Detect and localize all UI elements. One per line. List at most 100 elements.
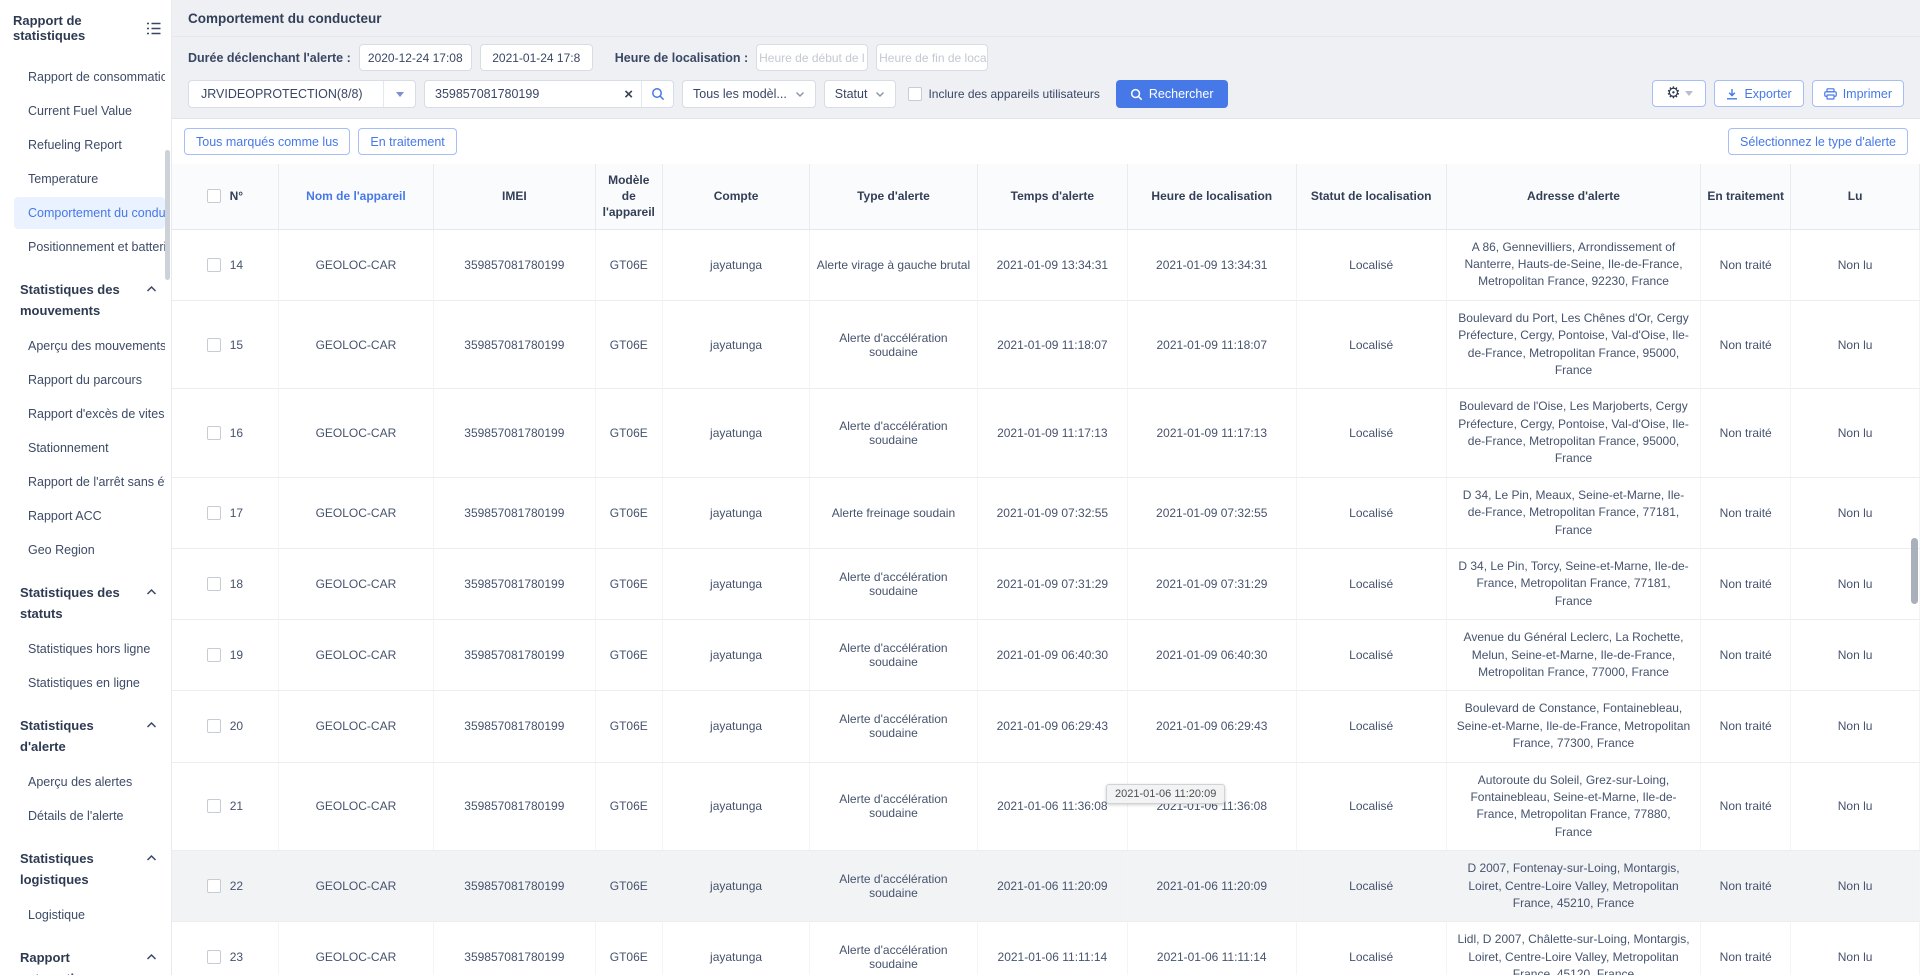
- cell-num: 21: [172, 762, 278, 851]
- column-header: Statut de localisation: [1296, 164, 1446, 229]
- table-row[interactable]: 17GEOLOC-CAR359857081780199GT06Ejayatung…: [172, 477, 1920, 548]
- device-group-value: JRVIDEOPROTECTION(8/8): [189, 87, 363, 101]
- column-settings-button[interactable]: ⚙: [1652, 80, 1706, 107]
- sidebar-item[interactable]: Rapport ACC: [0, 500, 165, 532]
- sidebar-item[interactable]: Statistiques hors ligne: [0, 633, 165, 665]
- cell-imei: 359857081780199: [434, 922, 595, 975]
- sidebar-item[interactable]: Aperçu des alertes: [0, 766, 165, 798]
- export-button[interactable]: Exporter: [1714, 80, 1803, 107]
- cell-num: 23: [172, 922, 278, 975]
- row-checkbox[interactable]: [207, 799, 221, 813]
- table-row[interactable]: 22GEOLOC-CAR359857081780199GT06Ejayatung…: [172, 851, 1920, 922]
- row-checkbox[interactable]: [207, 950, 221, 964]
- select-all-checkbox[interactable]: [207, 189, 221, 203]
- chevron-down-icon: [1685, 91, 1693, 96]
- sidebar-item[interactable]: Refueling Report: [0, 129, 165, 161]
- cell-alert_type: Alerte d'accélération soudaine: [810, 922, 978, 975]
- cell-loc_status: Localisé: [1296, 620, 1446, 691]
- sidebar-item[interactable]: Stationnement: [0, 432, 165, 464]
- imei-input[interactable]: [425, 87, 616, 101]
- sidebar-item[interactable]: Rapport du parcours: [0, 364, 165, 396]
- cell-account: jayatunga: [662, 691, 809, 762]
- cell-alert_type: Alerte d'accélération soudaine: [810, 691, 978, 762]
- row-number: 18: [230, 577, 243, 591]
- table-row[interactable]: 15GEOLOC-CAR359857081780199GT06Ejayatung…: [172, 300, 1920, 389]
- table-row[interactable]: 20GEOLOC-CAR359857081780199GT06Ejayatung…: [172, 691, 1920, 762]
- sidebar-item[interactable]: Logistique: [0, 899, 165, 931]
- row-checkbox[interactable]: [207, 719, 221, 733]
- sidebar-item[interactable]: Geo Region: [0, 534, 165, 566]
- table-row[interactable]: 16GEOLOC-CAR359857081780199GT06Ejayatung…: [172, 389, 1920, 478]
- cell-loc_time: 2021-01-09 06:29:43: [1127, 691, 1296, 762]
- table-row[interactable]: 23GEOLOC-CAR359857081780199GT06Ejayatung…: [172, 922, 1920, 975]
- cell-alert_type: Alerte virage à gauche brutal: [810, 229, 978, 300]
- cell-num: 22: [172, 851, 278, 922]
- cell-imei: 359857081780199: [434, 300, 595, 389]
- sidebar-group-3[interactable]: Statistiques d'alerte: [0, 701, 171, 764]
- filter-row-dates: Durée déclenchant l'alerte : Heure de lo…: [172, 37, 1920, 78]
- sidebar-item[interactable]: Comportement du conduc...: [14, 197, 165, 229]
- clear-icon[interactable]: ×: [616, 87, 641, 102]
- mark-all-read-button[interactable]: Tous marqués comme lus: [184, 128, 350, 155]
- alert-date-from-input[interactable]: [359, 44, 472, 71]
- sidebar-item[interactable]: Current Fuel Value: [0, 95, 165, 127]
- device-group-select[interactable]: JRVIDEOPROTECTION(8/8): [188, 80, 416, 108]
- sidebar-group-4[interactable]: Statistiques logistiques: [0, 834, 171, 897]
- cell-imei: 359857081780199: [434, 229, 595, 300]
- sidebar-group-2[interactable]: Statistiques des statuts: [0, 568, 171, 631]
- search-button[interactable]: Rechercher: [1116, 80, 1228, 108]
- cell-account: jayatunga: [662, 229, 809, 300]
- table-row[interactable]: 18GEOLOC-CAR359857081780199GT06Ejayatung…: [172, 549, 1920, 620]
- model-select[interactable]: Tous les modèl...: [682, 80, 816, 108]
- sidebar-item[interactable]: Rapport d'excès de vitesse: [0, 398, 165, 430]
- search-icon[interactable]: [641, 81, 673, 107]
- column-header: En traitement: [1701, 164, 1791, 229]
- cell-read: Non lu: [1791, 762, 1920, 851]
- row-checkbox[interactable]: [207, 879, 221, 893]
- status-select[interactable]: Statut: [824, 80, 897, 108]
- print-button[interactable]: Imprimer: [1812, 80, 1904, 107]
- cell-loc_time: 2021-01-06 11:36:08: [1127, 762, 1296, 851]
- sidebar-item[interactable]: Détails de l'alerte: [0, 800, 165, 832]
- sidebar-item[interactable]: Rapport de consommatio...: [0, 61, 165, 93]
- table-row[interactable]: 14GEOLOC-CAR359857081780199GT06Ejayatung…: [172, 229, 1920, 300]
- menu-toggle-icon[interactable]: [146, 22, 161, 35]
- cell-alert_time: 2021-01-09 06:40:30: [977, 620, 1127, 691]
- sidebar-item[interactable]: Temperature: [0, 163, 165, 195]
- sidebar-item[interactable]: Rapport de l'arrêt sans ét...: [0, 466, 165, 498]
- column-header[interactable]: Nom de l'appareil: [278, 164, 433, 229]
- include-users-checkbox[interactable]: [908, 87, 922, 101]
- sidebar-group-5[interactable]: Rapport automatique: [0, 933, 171, 975]
- table-row[interactable]: 19GEOLOC-CAR359857081780199GT06Ejayatung…: [172, 620, 1920, 691]
- sidebar-item[interactable]: Aperçu des mouvements: [0, 330, 165, 362]
- select-alert-type-button[interactable]: Sélectionnez le type d'alerte: [1728, 128, 1908, 155]
- page-scrollbar[interactable]: [1911, 538, 1918, 604]
- sidebar-group-1[interactable]: Statistiques des mouvements: [0, 265, 171, 328]
- sidebar-item[interactable]: Positionnement et batterie: [0, 231, 165, 263]
- loc-time-label: Heure de localisation :: [615, 51, 748, 65]
- processing-button[interactable]: En traitement: [358, 128, 456, 155]
- sidebar-nav: Rapport de consommatio...Current Fuel Va…: [0, 51, 171, 975]
- cell-read: Non lu: [1791, 549, 1920, 620]
- column-header: Adresse d'alerte: [1446, 164, 1700, 229]
- imei-search-group: ×: [424, 80, 674, 108]
- row-checkbox[interactable]: [207, 258, 221, 272]
- row-checkbox[interactable]: [207, 426, 221, 440]
- loc-start-input[interactable]: [756, 44, 868, 71]
- sidebar-scrollbar[interactable]: [165, 150, 170, 280]
- sidebar-item[interactable]: Statistiques en ligne: [0, 667, 165, 699]
- row-checkbox[interactable]: [207, 338, 221, 352]
- cell-name: GEOLOC-CAR: [278, 300, 433, 389]
- table-row[interactable]: 21GEOLOC-CAR359857081780199GT06Ejayatung…: [172, 762, 1920, 851]
- cell-read: Non lu: [1791, 477, 1920, 548]
- row-number: 20: [230, 719, 243, 733]
- row-checkbox[interactable]: [207, 506, 221, 520]
- loc-end-input[interactable]: [876, 44, 988, 71]
- cell-account: jayatunga: [662, 851, 809, 922]
- cell-name: GEOLOC-CAR: [278, 851, 433, 922]
- row-checkbox[interactable]: [207, 648, 221, 662]
- alert-date-to-input[interactable]: [480, 44, 593, 71]
- row-checkbox[interactable]: [207, 577, 221, 591]
- time-tooltip: 2021-01-06 11:20:09: [1106, 784, 1225, 804]
- cell-imei: 359857081780199: [434, 691, 595, 762]
